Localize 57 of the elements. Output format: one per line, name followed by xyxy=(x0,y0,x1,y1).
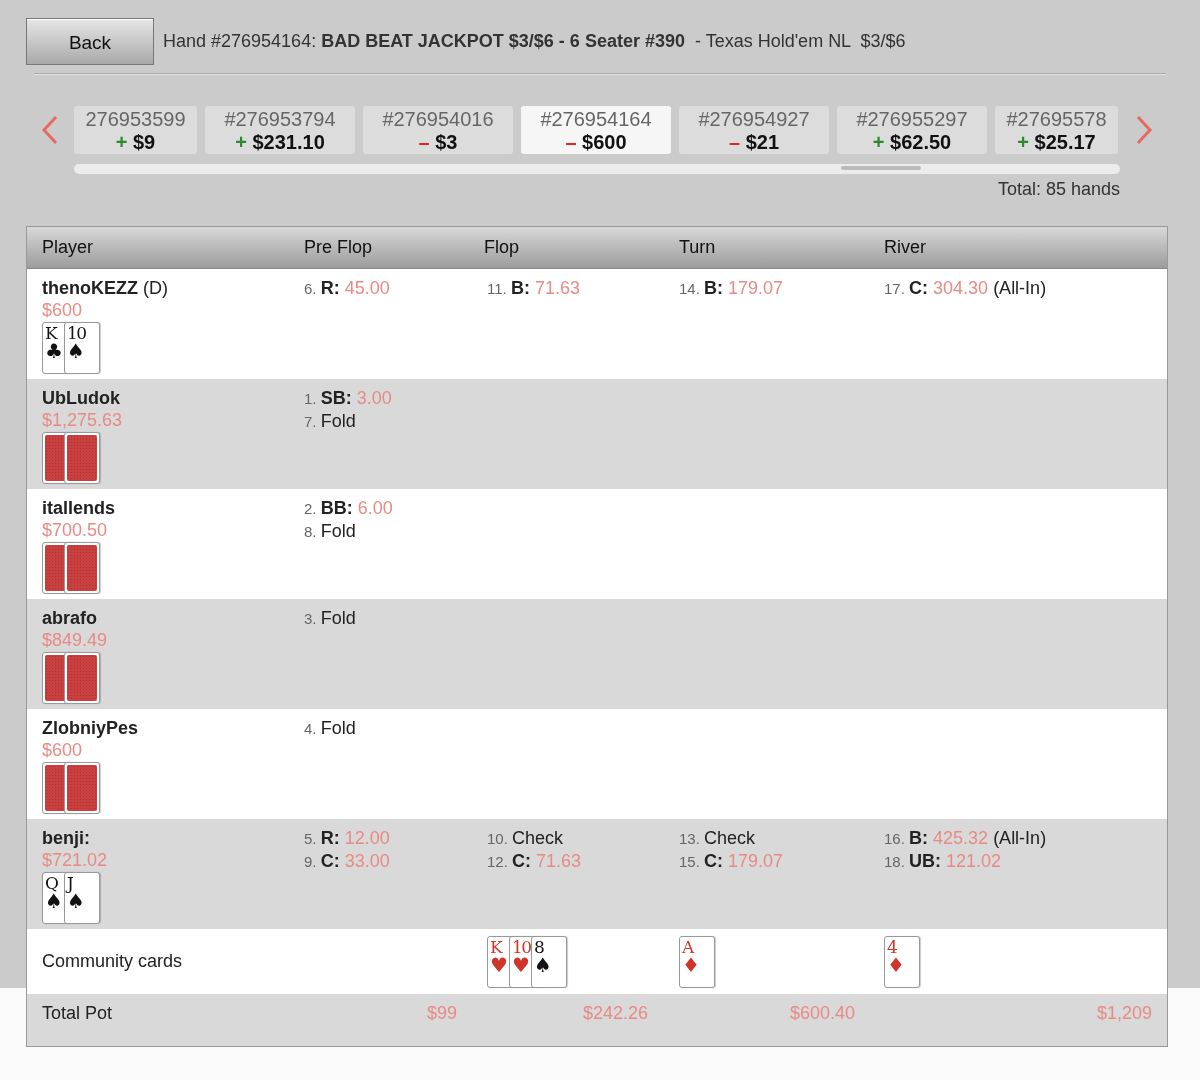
hands-total: Total: 85 hands xyxy=(997,178,1120,201)
hand-tab[interactable]: 276953599 + $9 xyxy=(74,106,197,154)
column-header: River xyxy=(883,236,927,259)
playing-card: J ♠ xyxy=(64,872,100,924)
action-entry: 16. B: 425.32 (All-In) xyxy=(884,827,1048,850)
action-entry: 12. C: 71.63 xyxy=(487,850,583,873)
hand-tab[interactable]: #276954164 – $600 xyxy=(521,106,671,154)
player-name: ZlobniyPes xyxy=(42,717,139,739)
action-entry: 18. UB: 121.02 xyxy=(884,850,1003,873)
player-stack: $1,275.63 xyxy=(42,409,123,431)
action-entry: 1. SB: 3.00 xyxy=(304,387,393,410)
action-entry: 8. Fold xyxy=(304,520,357,543)
action-entry: 11. B: 71.63 xyxy=(487,277,581,300)
action-entry: 13. Check xyxy=(679,827,757,850)
column-header: Flop xyxy=(483,236,520,259)
player-stack: $600 xyxy=(42,739,83,761)
hand-tab[interactable]: #27695578 + $25.17 xyxy=(995,106,1118,154)
action-entry: 4. Fold xyxy=(304,717,357,740)
action-entry: 6. R: 45.00 xyxy=(304,277,391,300)
action-entry: 5. R: 12.00 xyxy=(304,827,391,850)
player-name: benji: xyxy=(42,827,90,849)
hand-tab[interactable]: #276954016 – $3 xyxy=(363,106,513,154)
pot-amount: $242.26 xyxy=(582,1002,648,1025)
action-entry: 10. Check xyxy=(487,827,565,850)
action-entry: 17. C: 304.30 (All-In) xyxy=(884,277,1048,300)
hand-title: Hand #276954164: BAD BEAT JACKPOT $3/$6 - 6 Seater #390 - Texas Hold'em NL $3/$6 xyxy=(163,30,906,53)
hand-tab[interactable]: #276953794 + $231.10 xyxy=(205,106,355,154)
action-entry: 9. C: 33.00 xyxy=(304,850,391,873)
player-stack: $849.49 xyxy=(42,629,108,651)
action-entry: 15. C: 179.07 xyxy=(679,850,785,873)
total-pot-label: Total Pot xyxy=(41,1002,114,1025)
playing-card: A ♦ xyxy=(679,935,715,988)
player-name: abrafo xyxy=(42,607,97,629)
player-stack: $700.50 xyxy=(42,519,108,541)
pot-amount: $600.40 xyxy=(789,1002,855,1025)
hand-tab[interactable]: #276954927 – $21 xyxy=(679,106,829,154)
playing-card: 4 ♦ xyxy=(884,935,920,988)
action-entry: 7. Fold xyxy=(304,410,357,433)
column-header: Turn xyxy=(678,236,717,259)
player-name: thenoKEZZ (D) xyxy=(42,277,168,299)
column-header: Player xyxy=(41,236,95,259)
back-button[interactable]: Back xyxy=(26,18,154,65)
column-header: Pre Flop xyxy=(303,236,374,259)
playing-card: 10 ♠ xyxy=(64,322,100,374)
playing-card: 8 ♠ xyxy=(531,935,567,988)
player-name: UbLudok xyxy=(42,387,120,409)
player-stack: $600 xyxy=(42,299,83,321)
action-entry: 2. BB: 6.00 xyxy=(304,497,394,520)
action-entry: 3. Fold xyxy=(304,607,357,630)
player-stack: $721.02 xyxy=(42,849,108,871)
action-entry: 14. B: 179.07 xyxy=(679,277,785,300)
hand-tab[interactable]: #276955297 + $62.50 xyxy=(837,106,987,154)
pot-amount: $99 xyxy=(426,1002,457,1025)
pot-amount: $1,209 xyxy=(1096,1002,1152,1025)
scrollbar[interactable] xyxy=(74,164,1120,174)
community-label: Community cards xyxy=(41,950,184,973)
player-name: itallends xyxy=(42,497,116,519)
